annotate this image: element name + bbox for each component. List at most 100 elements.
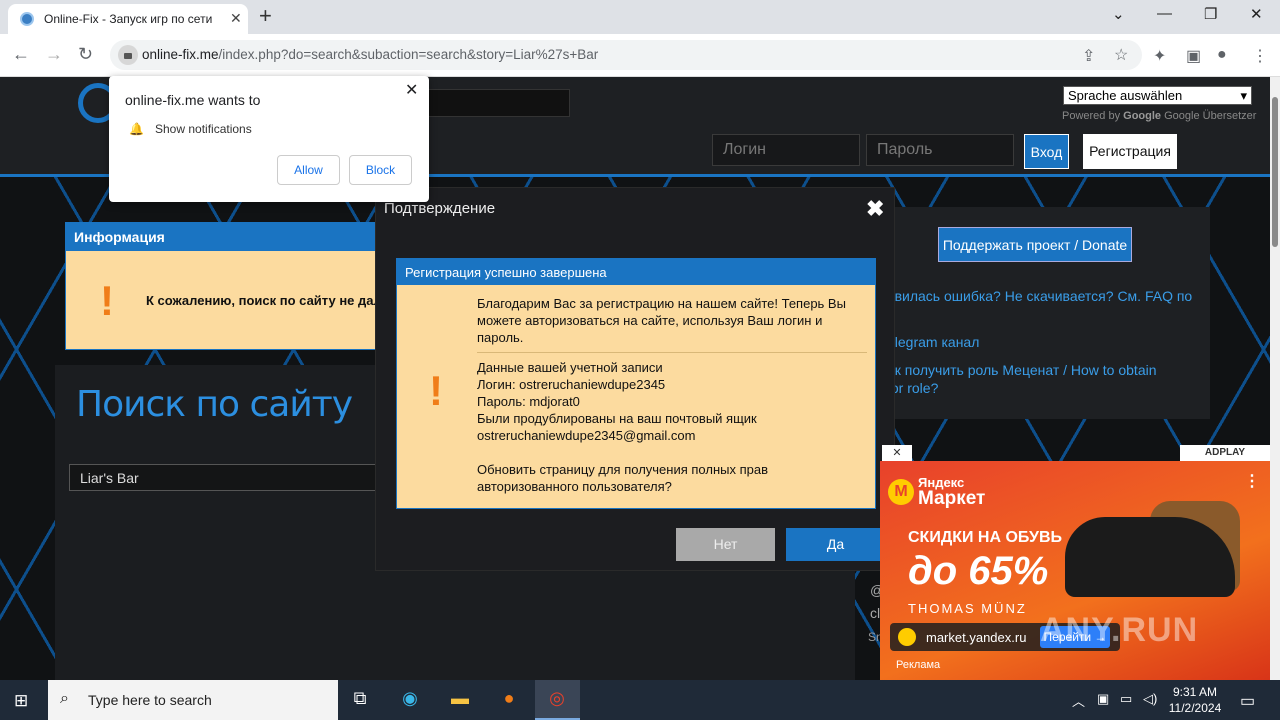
extensions-puzzle-icon[interactable]: ✦	[1153, 46, 1166, 66]
ad-promo-line1: СКИДКИ НА ОБУВЬ	[908, 529, 1063, 546]
search-icon: ⌕	[60, 690, 69, 707]
popup-permission-text: Show notifications	[155, 122, 252, 136]
adplay-badge: ADPLAY	[1180, 445, 1270, 461]
advertisement[interactable]: ✕ ADPLAY M Яндекс Маркет ⋮ СКИДКИ НА ОБУВ…	[880, 445, 1270, 680]
exclamation-icon: !	[429, 367, 443, 414]
ad-brand: Яндекс Маркет	[918, 475, 986, 509]
battery-icon[interactable]: ▭	[1120, 691, 1132, 707]
browser-tab[interactable]: Online-Fix - Запуск игр по сети ✕	[8, 4, 248, 34]
ad-label: Реклама	[896, 659, 941, 671]
telegram-link[interactable]: elegram канал	[887, 333, 979, 351]
market-logo-icon: M	[888, 479, 914, 505]
message-box-header: Регистрация успешно завершена	[397, 259, 875, 285]
exclamation-icon: !	[100, 277, 114, 324]
duplicated-text: Были продублированы на ваш почтовый ящик	[477, 411, 757, 426]
browser-toolbar: ← → ↻ online-fix.me/index.php?do=search&…	[0, 34, 1280, 77]
info-box-header: Информация	[66, 223, 384, 251]
language-select[interactable]: Sprache auswählen	[1063, 86, 1252, 105]
ad-promo-line2: до 65%	[908, 549, 1049, 593]
bookmark-star-icon[interactable]: ☆	[1114, 45, 1128, 65]
windows-start-icon[interactable]: ⊞	[14, 691, 28, 711]
powered-by-google: Powered by Google Google Übersetzer	[1062, 110, 1257, 122]
chrome-icon: ◎	[549, 688, 565, 708]
patron-role-link[interactable]: ак получить роль Меценат / How to obtain	[887, 361, 1157, 379]
url-text: online-fix.me/index.php?do=search&subact…	[142, 47, 599, 62]
tab-title: Online-Fix - Запуск игр по сети	[44, 12, 213, 26]
minimize-icon[interactable]: —	[1157, 5, 1172, 22]
page-scrollbar[interactable]	[1270, 77, 1280, 680]
password-field[interactable]: Пароль	[866, 134, 1014, 166]
new-tab-button[interactable]: +	[259, 4, 272, 28]
close-tab-icon[interactable]: ✕	[230, 10, 242, 27]
register-button[interactable]: Регистрация	[1083, 134, 1177, 169]
clock-date: 11/2/2024	[1168, 701, 1222, 715]
account-email: ostreruchaniewdupe2345@gmail.com	[477, 428, 696, 443]
account-password: Пароль: mdjorat0	[477, 394, 580, 409]
allow-button[interactable]: Allow	[277, 155, 340, 185]
scrollbar-thumb[interactable]	[1272, 97, 1278, 247]
clock-time: 9:31 AM	[1172, 685, 1218, 699]
yes-button[interactable]: Да	[786, 528, 885, 561]
reload-icon[interactable]: ↻	[78, 44, 93, 65]
tray-chevron-icon[interactable]: ︿	[1072, 691, 1085, 710]
ad-menu-icon[interactable]: ⋮	[1244, 471, 1260, 491]
confirmation-dialog: Подтверждение ✖ Регистрация успешно заве…	[375, 187, 895, 571]
network-icon[interactable]: ▣	[1097, 691, 1109, 707]
anyrun-watermark: ANY.RUN	[1040, 611, 1199, 649]
sidebar-fragment: cl	[870, 605, 881, 621]
notification-center-icon[interactable]: ▭	[1240, 691, 1255, 711]
edge-icon[interactable]: ◉	[397, 688, 423, 712]
window-close-icon[interactable]: ✕	[1250, 5, 1263, 23]
ad-close-icon[interactable]: ✕	[882, 445, 912, 461]
menu-kebab-icon[interactable]: ⋮	[1252, 46, 1268, 66]
firefox-icon[interactable]: ●	[496, 688, 522, 712]
chrome-taskbar-button[interactable]: ◎	[535, 680, 580, 720]
notification-permission-popup: online-fix.me wants to ✕ 🔔 Show notifica…	[109, 76, 429, 202]
forward-arrow-icon[interactable]: →	[45, 44, 63, 65]
account-login: Логин: ostreruchaniewdupe2345	[477, 377, 666, 392]
file-explorer-icon[interactable]: ▬	[447, 688, 473, 712]
site-favicon-icon	[20, 12, 34, 26]
popup-close-icon[interactable]: ✕	[405, 80, 418, 100]
volume-icon[interactable]: ◁)	[1143, 691, 1157, 707]
profile-avatar-icon[interactable]: ●	[1217, 46, 1227, 64]
popup-title: online-fix.me wants to	[125, 92, 261, 108]
account-title: Данные вашей учетной записи	[477, 360, 663, 375]
bell-icon: 🔔	[129, 122, 144, 136]
market-small-logo-icon	[898, 628, 916, 646]
address-bar[interactable]: online-fix.me/index.php?do=search&subact…	[110, 40, 1142, 70]
windows-taskbar: ⊞ ⌕ Type here to search ⧉ ◉ ▬ ● ◎ ︿ ▣ ▭ …	[0, 680, 1280, 720]
info-message: К сожалению, поиск по сайту не дал	[146, 293, 382, 308]
dialog-close-icon[interactable]: ✖	[866, 196, 884, 222]
lock-icon[interactable]	[118, 45, 138, 65]
maximize-icon[interactable]: ❐	[1204, 5, 1217, 23]
no-button[interactable]: Нет	[676, 528, 775, 561]
info-box: Информация ! К сожалению, поиск по сайту…	[65, 222, 385, 350]
login-button[interactable]: Вход	[1024, 134, 1069, 169]
back-arrow-icon[interactable]: ←	[12, 44, 30, 65]
site-search-input[interactable]: Liar's Bar	[69, 464, 389, 491]
login-field[interactable]: Логин	[712, 134, 860, 166]
ad-site: market.yandex.ru	[926, 630, 1027, 645]
side-panel-icon[interactable]: ▣	[1186, 46, 1201, 66]
taskbar-clock[interactable]: 9:31 AM 11/2/2024	[1165, 684, 1225, 716]
ad-banner[interactable]: M Яндекс Маркет ⋮ СКИДКИ НА ОБУВЬ до 65% …	[880, 461, 1270, 680]
black-boot-image	[1065, 517, 1235, 597]
tab-search-chevron-icon[interactable]: ⌄	[1112, 5, 1125, 23]
dialog-title: Подтверждение	[384, 200, 496, 217]
faq-link[interactable]: явилась ошибка? Не скачивается? См. FAQ …	[887, 287, 1192, 305]
header-search-input[interactable]	[420, 89, 570, 117]
share-icon[interactable]: ⇪	[1082, 46, 1095, 66]
ad-shoe-brand: THOMAS MÜNZ	[908, 601, 1027, 616]
taskbar-search-placeholder: Type here to search	[88, 692, 212, 708]
block-button[interactable]: Block	[349, 155, 412, 185]
taskbar-search-box[interactable]: ⌕ Type here to search	[48, 680, 338, 720]
thanks-text: Благодарим Вас за регистрацию на нашем с…	[477, 296, 846, 345]
registration-message-box: Регистрация успешно завершена ! Благодар…	[396, 258, 876, 509]
task-view-icon[interactable]: ⧉	[347, 688, 373, 712]
refresh-question: Обновить страницу для получения полных п…	[477, 462, 768, 494]
donate-button[interactable]: Поддержать проект / Donate	[938, 227, 1132, 262]
tab-strip: Online-Fix - Запуск игр по сети ✕ + ⌄ — …	[0, 0, 1280, 34]
message-body: Благодарим Вас за регистрацию на нашем с…	[477, 295, 867, 495]
search-page-title: Поиск по сайту	[76, 384, 353, 425]
